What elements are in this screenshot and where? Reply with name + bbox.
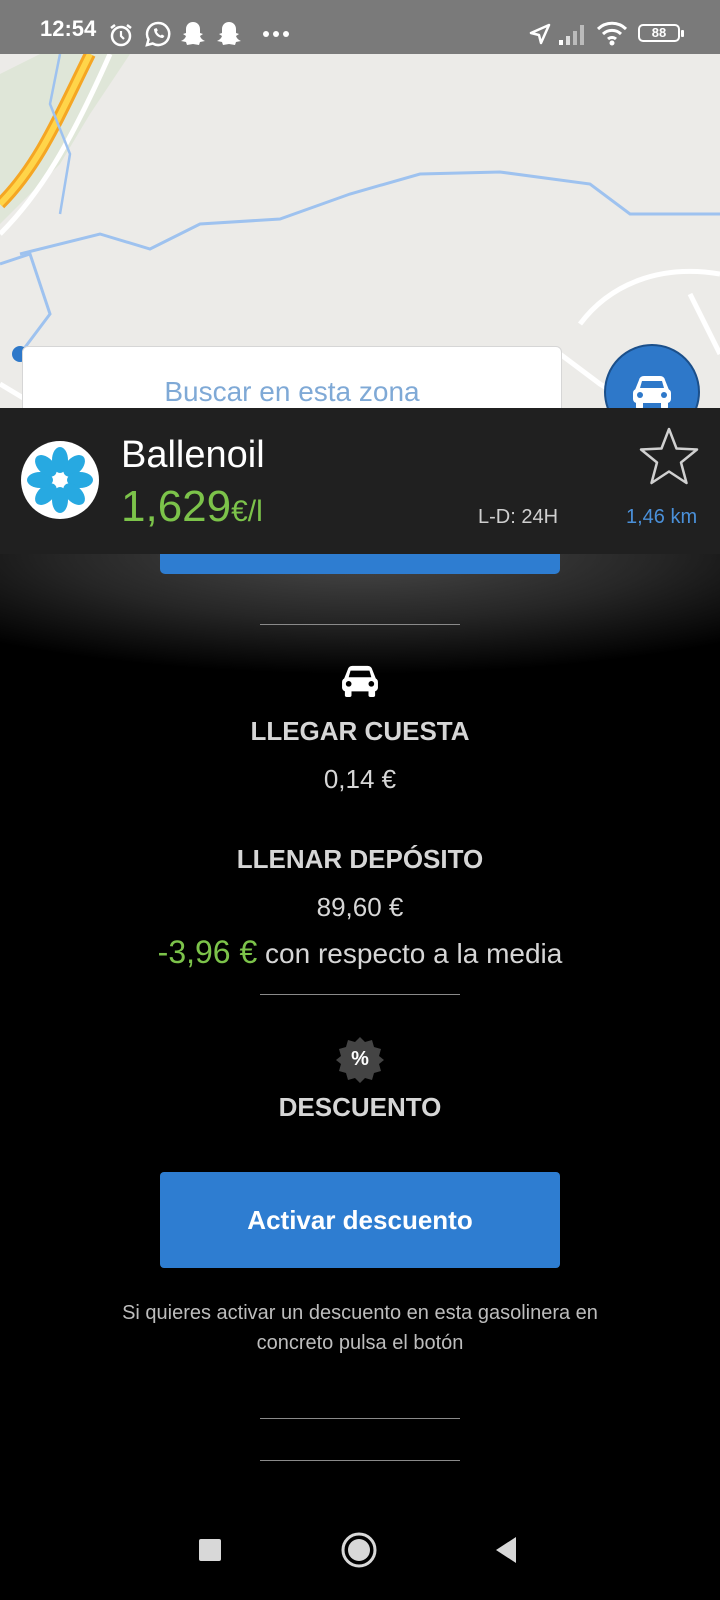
more-dots-icon xyxy=(263,31,289,37)
alarm-icon xyxy=(110,24,132,47)
discount-badge-label: % xyxy=(351,1048,369,1070)
status-time: 12:54 xyxy=(40,16,97,41)
star-outline-icon[interactable] xyxy=(638,426,700,488)
divider xyxy=(260,1418,460,1419)
travel-cost-heading: LLEGAR CUESTA xyxy=(250,716,470,746)
savings-text: con respecto a la media xyxy=(257,938,563,969)
savings-vs-average: -3,96 € con respecto a la media xyxy=(0,934,720,971)
discount-hint-text: Si quieres activar un descuento en esta … xyxy=(122,1302,598,1354)
station-header[interactable]: Ballenoil 1,629€/l L-D: 24H 1,46 km xyxy=(0,408,720,554)
price-unit: €/l xyxy=(231,495,263,528)
system-nav-bar xyxy=(0,1504,720,1600)
discount-hint: Si quieres activar un descuento en esta … xyxy=(0,1298,720,1358)
savings-value: -3,96 € xyxy=(157,934,258,970)
activate-discount-button[interactable]: Activar descuento xyxy=(160,1172,560,1268)
station-distance: 1,46 km xyxy=(626,506,698,528)
fill-tank-value: 89,60 € xyxy=(316,892,404,922)
fill-tank-heading: LLENAR DEPÓSITO xyxy=(236,844,484,874)
divider xyxy=(260,994,460,995)
signal-icon xyxy=(559,25,584,45)
ballenoil-logo-icon xyxy=(21,441,99,519)
station-details[interactable]: LLEGAR CUESTA 0,14 € LLENAR DEPÓSITO 89,… xyxy=(0,554,720,1504)
wifi-icon xyxy=(596,21,628,46)
recents-square-icon[interactable] xyxy=(198,1538,222,1562)
whatsapp-icon xyxy=(145,21,171,47)
divider xyxy=(260,624,460,625)
divider xyxy=(260,1460,460,1461)
snapchat-icon xyxy=(217,22,241,45)
discount-heading: DESCUENTO xyxy=(278,1092,442,1122)
price-value: 1,629 xyxy=(121,482,232,531)
opening-hours: L-D: 24H xyxy=(478,506,559,528)
snapchat-icon xyxy=(181,22,205,45)
fuel-price: 1,629€/l xyxy=(121,482,263,532)
partial-top-button[interactable] xyxy=(160,554,560,574)
station-name: Ballenoil xyxy=(121,434,265,476)
battery-icon: 88 xyxy=(638,24,684,42)
home-circle-icon[interactable] xyxy=(341,1532,377,1568)
car-icon xyxy=(342,665,378,698)
status-bar: 12:54 88 xyxy=(0,0,720,54)
location-arrow-icon xyxy=(529,23,551,45)
car-icon xyxy=(633,376,671,408)
discount-badge-icon: % xyxy=(336,1036,384,1084)
map-view[interactable]: Buscar en esta zona xyxy=(0,54,720,408)
back-triangle-icon[interactable] xyxy=(494,1536,518,1564)
search-area-input[interactable]: Buscar en esta zona xyxy=(22,346,562,408)
travel-cost-value: 0,14 € xyxy=(323,764,397,794)
